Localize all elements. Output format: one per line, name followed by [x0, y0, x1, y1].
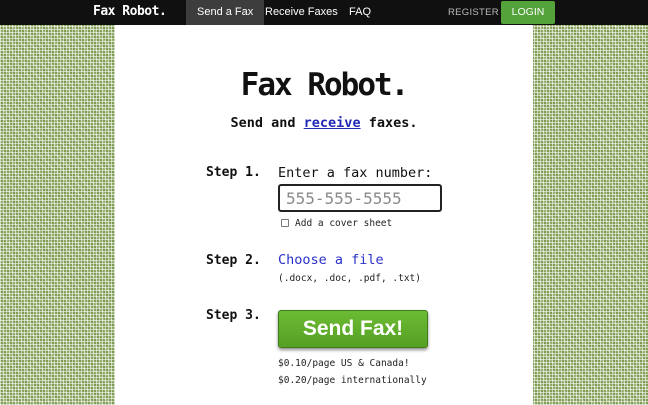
login-button[interactable]: LOGIN — [501, 1, 555, 24]
step-3-label: Step 3. — [206, 308, 261, 323]
price-international: $0.20/page internationally — [278, 375, 427, 386]
nav-receive-faxes[interactable]: Receive Faxes — [254, 0, 349, 25]
step-2-label: Step 2. — [206, 253, 261, 268]
fax-number-label: Enter a fax number: — [278, 165, 433, 181]
register-link[interactable]: REGISTER — [437, 0, 510, 25]
subtitle-text-pre: Send and — [230, 115, 304, 131]
fax-number-input[interactable] — [278, 184, 442, 212]
page-title: Fax Robot. — [240, 67, 410, 103]
price-us: $0.10/page US & Canada! — [278, 358, 410, 369]
cover-sheet-label: Add a cover sheet — [295, 218, 393, 229]
choose-file-link[interactable]: Choose a file — [278, 252, 384, 268]
file-types-hint: (.docx, .doc, .pdf, .txt) — [278, 273, 421, 284]
send-fax-button[interactable]: Send Fax! — [278, 310, 428, 348]
page-subtitle: Send and receive faxes. — [115, 115, 533, 131]
nav-send-fax[interactable]: Send a Fax — [186, 0, 265, 25]
cover-sheet-row[interactable]: Add a cover sheet — [281, 218, 392, 229]
top-navbar: Fax Robot. Send a Fax Receive Faxes FAQ … — [0, 0, 648, 25]
nav-faq[interactable]: FAQ — [338, 0, 382, 25]
step-1-label: Step 1. — [206, 165, 261, 180]
main-card: Fax Robot. Send and receive faxes. Step … — [115, 25, 533, 405]
receive-link[interactable]: receive — [304, 115, 361, 131]
subtitle-text-post: faxes. — [360, 115, 418, 131]
cover-sheet-checkbox[interactable] — [281, 219, 289, 227]
brand-logo[interactable]: Fax Robot. — [93, 4, 167, 19]
